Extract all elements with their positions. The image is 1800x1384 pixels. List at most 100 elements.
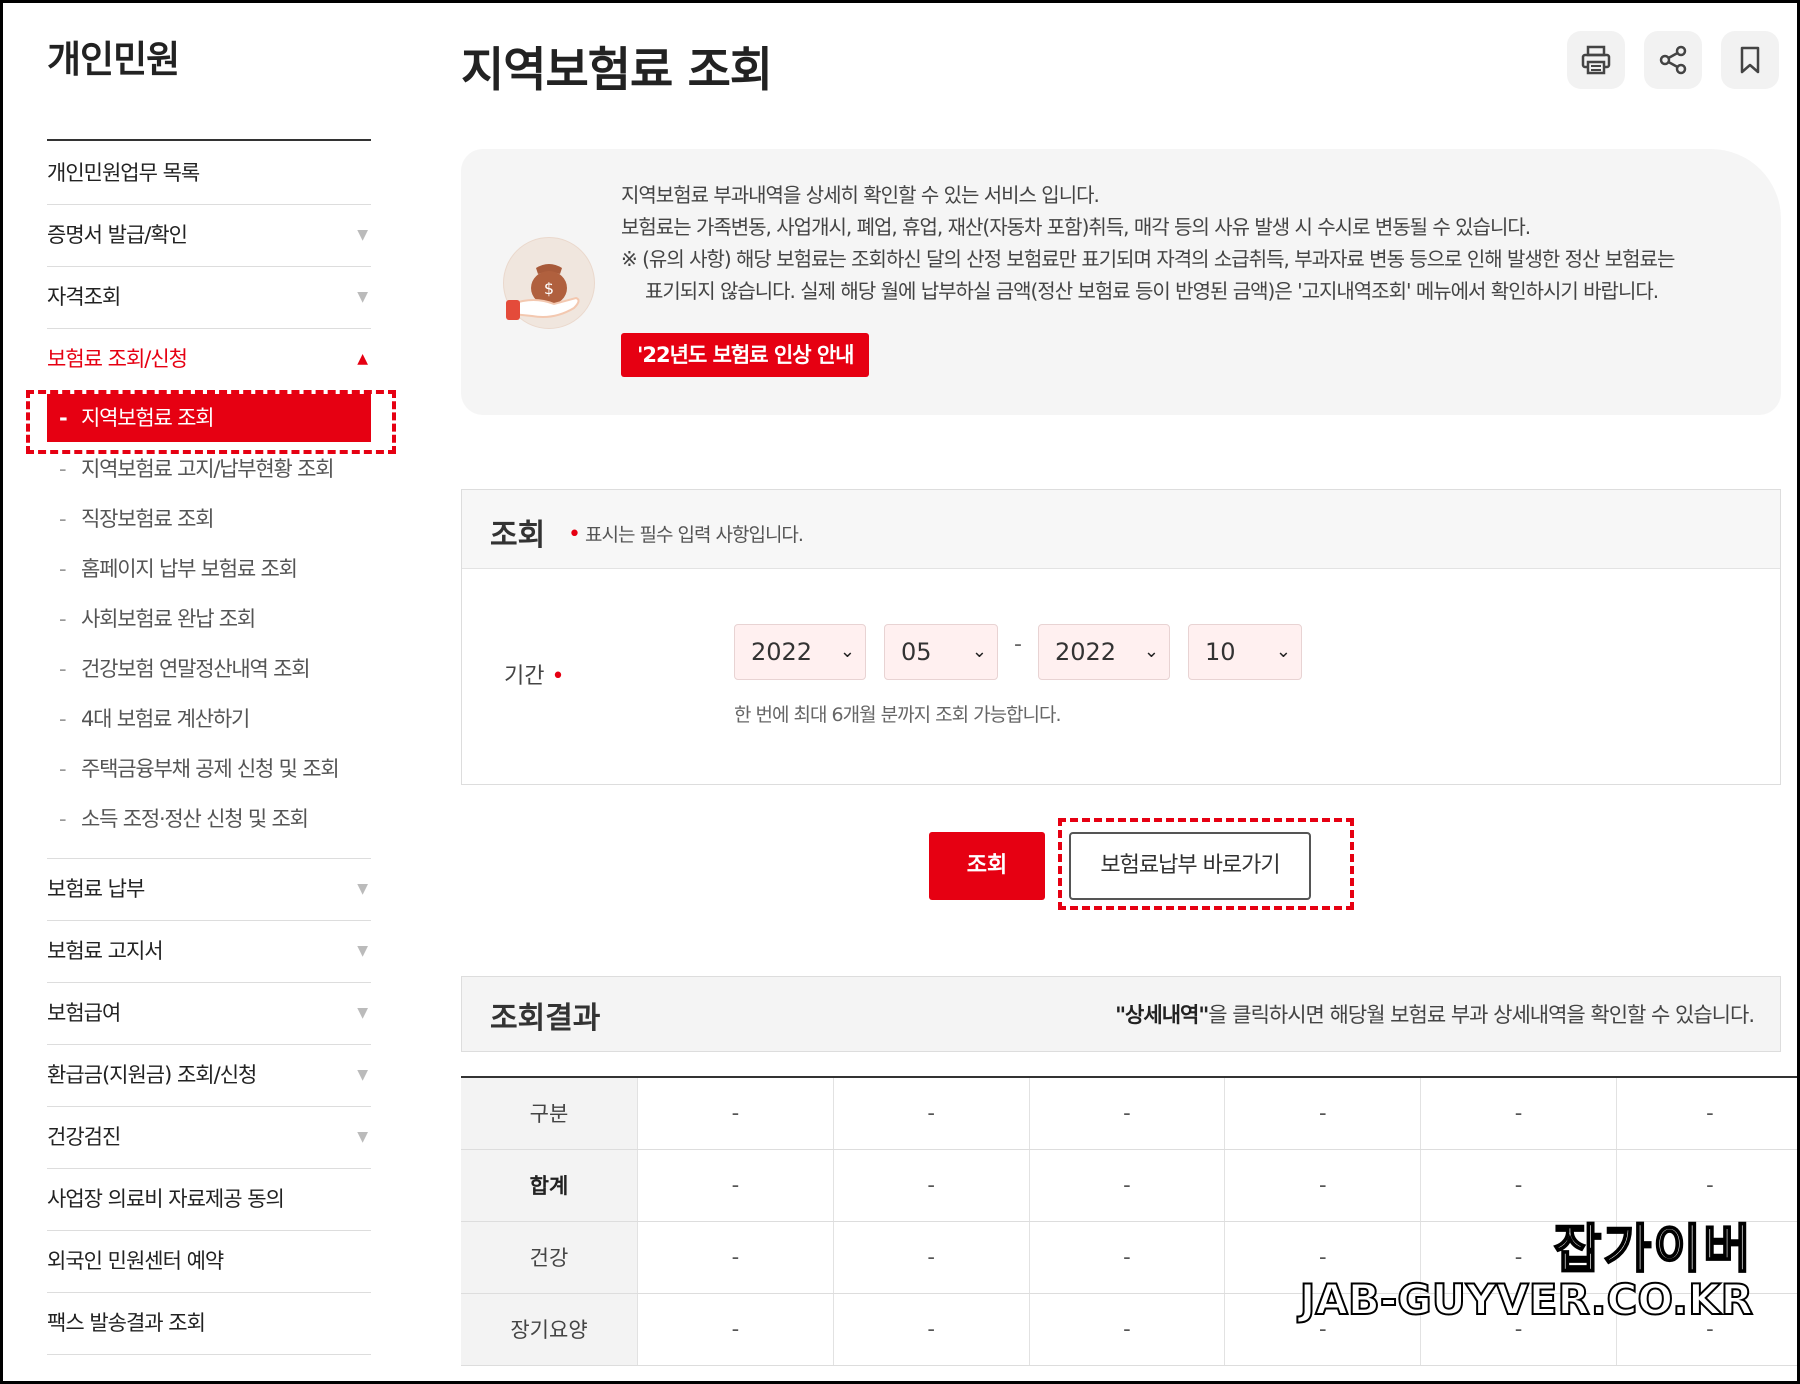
required-note-text: 표시는 필수 입력 사항입니다. <box>585 524 804 546</box>
bookmark-icon <box>1740 46 1760 74</box>
table-cell: - <box>832 1076 1030 1150</box>
chevron-down-icon: ▼ <box>357 943 368 959</box>
dash: - <box>59 657 67 681</box>
sidebar-item-label: 증명서 발급/확인 <box>47 223 188 247</box>
submenu-label: 사회보험료 완납 조회 <box>81 607 256 631</box>
submenu-item-fully-paid[interactable]: - 사회보험료 완납 조회 <box>47 594 371 644</box>
submenu-item-year-end[interactable]: - 건강보험 연말정산내역 조회 <box>47 644 371 694</box>
info-line: ※ (유의 사항) 해당 보험료는 조회하신 달의 산정 보험료만 표기되며 자… <box>621 247 1675 271</box>
svg-text:$: $ <box>544 279 554 298</box>
sidebar-item-notice[interactable]: 보험료 고지서 ▼ <box>47 921 371 983</box>
search-header: 조회 • 표시는 필수 입력 사항입니다. <box>462 490 1780 569</box>
result-note-bold: "상세내역" <box>1115 1003 1209 1027</box>
table-cell: - <box>1224 1076 1421 1150</box>
print-button[interactable] <box>1567 31 1625 89</box>
sidebar-item-benefit[interactable]: 보험급여 ▼ <box>47 983 371 1045</box>
from-month-select[interactable]: 05 ⌄ <box>884 624 998 680</box>
table-cell: - <box>1028 1149 1225 1222</box>
info-text: 지역보험료 부과내역을 상세히 확인할 수 있는 서비스 입니다. 보험료는 가… <box>621 179 1675 307</box>
chevron-down-icon: ⌄ <box>1275 641 1291 662</box>
select-value: 2022 <box>1055 638 1117 666</box>
submenu-item-workplace[interactable]: - 직장보험료 조회 <box>47 494 371 544</box>
table-cell: - <box>1028 1221 1225 1294</box>
sidebar-item-refund[interactable]: 환급금(지원금) 조회/신청 ▼ <box>47 1045 371 1107</box>
row-header: 합계 <box>461 1149 638 1222</box>
sidebar-item-checkup[interactable]: 건강검진 ▼ <box>47 1107 371 1169</box>
submenu-label: 지역보험료 고지/납부현황 조회 <box>81 457 335 481</box>
period-label-text: 기간 <box>504 664 545 689</box>
premium-increase-notice-button[interactable]: '22년도 보험료 인상 안내 <box>621 333 870 377</box>
submenu-label: 홈페이지 납부 보험료 조회 <box>81 557 298 581</box>
chevron-down-icon: ▼ <box>357 1067 368 1083</box>
required-note: • 표시는 필수 입력 사항입니다. <box>568 520 804 547</box>
chevron-down-icon: ▼ <box>357 881 368 897</box>
table-cell: - <box>832 1149 1030 1222</box>
info-line: 지역보험료 부과내역을 상세히 확인할 수 있는 서비스 입니다. <box>621 183 1100 207</box>
row-header: 구분 <box>461 1076 638 1150</box>
watermark-url: JAB-GUYVER.CO.KR <box>1299 1274 1754 1325</box>
sidebar-item-civil-list[interactable]: 개인민원업무 목록 <box>47 143 371 205</box>
highlight-box <box>1058 818 1354 910</box>
sidebar-item-foreigner[interactable]: 외국인 민원센터 예약 <box>47 1231 371 1293</box>
result-note-text: 을 클릭하시면 해당월 보험료 부과 상세내역을 확인할 수 있습니다. <box>1208 1003 1755 1027</box>
sidebar-item-label: 환급금(지원금) 조회/신청 <box>47 1063 257 1087</box>
result-note: "상세내역"을 클릭하시면 해당월 보험료 부과 상세내역을 확인할 수 있습니… <box>1115 999 1755 1029</box>
page-title: 지역보험료 조회 <box>461 43 773 98</box>
table-cell: - <box>1028 1076 1225 1150</box>
sidebar-item-premium[interactable]: 보험료 조회/신청 ▲ <box>47 329 371 390</box>
sidebar-item-qualification[interactable]: 자격조회 ▼ <box>47 267 371 329</box>
share-button[interactable] <box>1644 31 1702 89</box>
result-header: 조회결과 "상세내역"을 클릭하시면 해당월 보험료 부과 상세내역을 확인할 … <box>461 976 1781 1052</box>
sidebar-divider <box>47 139 371 141</box>
sidebar-item-payment[interactable]: 보험료 납부 ▼ <box>47 858 371 921</box>
window: 개인민원 개인민원업무 목록 증명서 발급/확인 ▼ 자격조회 ▼ 보험료 조회/신… <box>0 0 1800 1384</box>
search-heading: 조회 <box>490 518 546 553</box>
bookmark-button[interactable] <box>1721 31 1779 89</box>
chevron-down-icon: ⌄ <box>1143 641 1159 662</box>
to-month-select[interactable]: 10 ⌄ <box>1188 624 1302 680</box>
dash: - <box>59 607 67 631</box>
submenu-label: 직장보험료 조회 <box>81 507 215 531</box>
select-value: 2022 <box>751 638 813 666</box>
money-bag-icon: $ <box>503 237 595 329</box>
sidebar-item-label: 자격조회 <box>47 285 121 309</box>
period-label: 기간 • <box>504 658 564 690</box>
sidebar-submenu: - 지역보험료 조회 - 지역보험료 고지/납부현황 조회 - 직장보험료 조회 -홈… <box>47 394 371 858</box>
sidebar-item-label: 사업장 의료비 자료제공 동의 <box>47 1187 285 1211</box>
to-year-select[interactable]: 2022 ⌄ <box>1038 624 1170 680</box>
table-cell: - <box>1420 1076 1617 1150</box>
submenu-item-housing-debt[interactable]: - 주택금융부채 공제 신청 및 조회 <box>47 744 371 794</box>
submenu-item-income-adjust[interactable]: - 소득 조정·정산 신청 및 조회 <box>47 794 371 844</box>
sidebar-item-label: 보험료 고지서 <box>47 939 164 963</box>
sidebar-item-label: 개인민원업무 목록 <box>47 161 200 185</box>
submenu-item-homepage-paid[interactable]: - 홈페이지 납부 보험료 조회 <box>47 544 371 594</box>
info-line: 보험료는 가족변동, 사업개시, 폐업, 휴업, 재산(자동차 포함)취득, 매… <box>621 215 1531 239</box>
highlight-box <box>26 390 396 454</box>
share-icon <box>1659 45 1687 75</box>
submenu-label: 4대 보험료 계산하기 <box>81 707 250 731</box>
sidebar-menu: 개인민원업무 목록 증명서 발급/확인 ▼ 자격조회 ▼ 보험료 조회/신청 ▲ - 지… <box>47 143 371 1355</box>
sidebar-item-label: 보험급여 <box>47 1001 121 1025</box>
table-cell: - <box>832 1221 1030 1294</box>
search-button[interactable]: 조회 <box>929 832 1045 900</box>
watermark-korean: 잡가이버 <box>1553 1219 1753 1281</box>
sidebar-item-fax[interactable]: 팩스 발송결과 조회 <box>47 1293 371 1355</box>
chevron-down-icon: ⌄ <box>971 641 987 662</box>
print-icon <box>1581 45 1611 75</box>
from-year-select[interactable]: 2022 ⌄ <box>734 624 866 680</box>
info-line: 표기되지 않습니다. 실제 해당 월에 납부하실 금액(정산 보험료 등이 반영… <box>645 279 1659 303</box>
chevron-down-icon: ▼ <box>357 1129 368 1145</box>
period-separator: - <box>1014 632 1022 657</box>
submenu-label: 건강보험 연말정산내역 조회 <box>81 657 311 681</box>
dash: - <box>59 507 67 531</box>
sidebar-item-certificate[interactable]: 증명서 발급/확인 ▼ <box>47 205 371 267</box>
table-cell: - <box>637 1221 834 1294</box>
info-box: $ 지역보험료 부과내역을 상세히 확인할 수 있는 서비스 입니다. 보험료는… <box>461 149 1781 415</box>
chevron-down-icon: ▼ <box>357 289 368 305</box>
select-value: 10 <box>1205 638 1236 666</box>
chevron-up-icon: ▲ <box>357 351 368 367</box>
table-cell: - <box>637 1293 834 1366</box>
dash: - <box>59 557 67 581</box>
submenu-item-calculator[interactable]: -4대 보험료 계산하기 <box>47 694 371 744</box>
sidebar-item-medical-consent[interactable]: 사업장 의료비 자료제공 동의 <box>47 1169 371 1231</box>
